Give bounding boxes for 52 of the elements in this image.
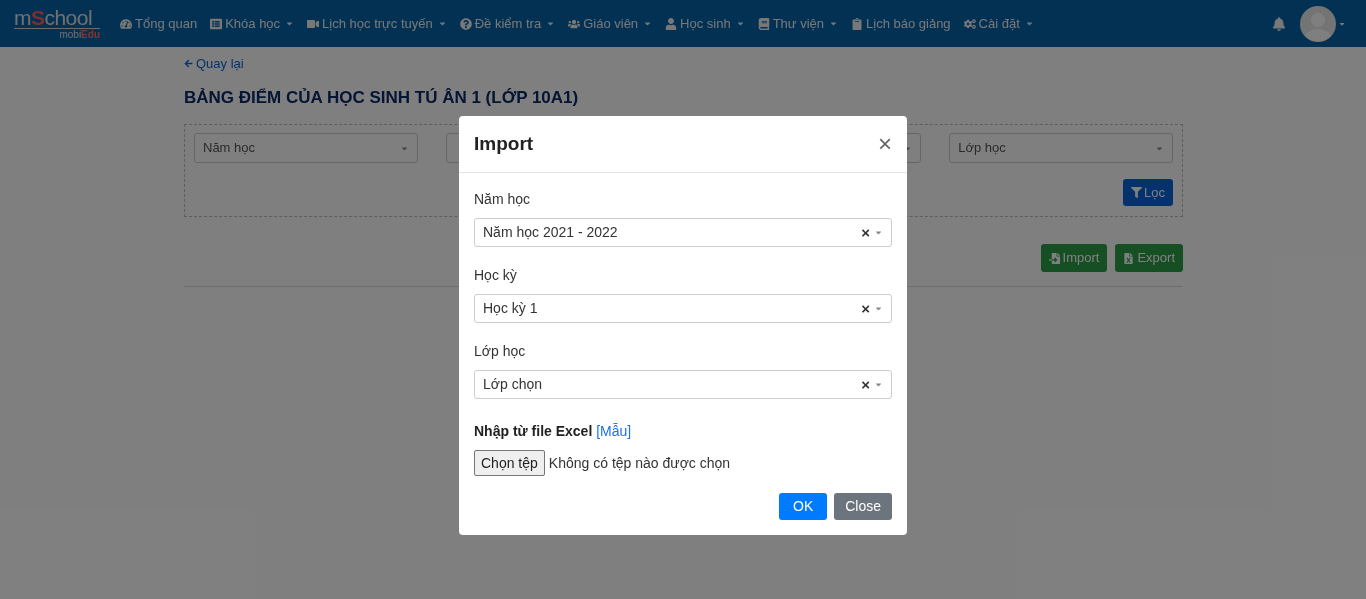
clipboard-icon	[851, 17, 863, 30]
logo[interactable]: mSchool mobiEdu	[14, 7, 100, 40]
clear-selection-icon: ×	[861, 225, 870, 240]
nav-menu-item[interactable]: Khóa học	[210, 13, 295, 34]
action-button[interactable]: Export	[1115, 244, 1183, 272]
dialog-button[interactable]: Close	[834, 493, 892, 520]
nav-menu-item[interactable]: Học sinh	[665, 13, 745, 34]
dialog-title: Import	[474, 131, 534, 156]
users-icon	[568, 17, 581, 30]
select-field[interactable]: Học kỳ 1 ×	[474, 294, 892, 323]
choose-file-button[interactable]: Chọn tệp	[474, 450, 545, 476]
list-icon	[210, 17, 223, 30]
select-field[interactable]: Năm học 2021 - 2022 ×	[474, 218, 892, 247]
nav-menu-item[interactable]: Giáo viên	[568, 13, 653, 34]
action-button[interactable]: Import	[1040, 244, 1108, 272]
close-button[interactable]: ×	[878, 132, 892, 156]
caret-icon	[874, 228, 883, 237]
avatar-menu[interactable]	[1300, 5, 1346, 42]
user-icon	[665, 17, 678, 30]
dashboard-icon	[120, 17, 132, 30]
filter-icon	[1131, 187, 1143, 198]
gears-icon	[963, 17, 976, 30]
question-icon	[459, 17, 472, 30]
book-icon	[757, 17, 770, 30]
filter-select[interactable]: Năm học	[194, 133, 418, 163]
nav-menu-item[interactable]: Lịch báo giảng	[851, 13, 951, 34]
caret-icon	[874, 304, 883, 313]
field-label: Lớp học	[474, 342, 527, 361]
nav-menu-item[interactable]: Lịch học trực tuyến	[307, 13, 447, 34]
excel-file-icon	[1123, 252, 1135, 264]
nav-menu-item[interactable]: Đề kiểm tra	[459, 13, 556, 34]
avatar-icon	[1300, 5, 1336, 42]
page-title: BẢNG ĐIỂM CỦA HỌC SINH TÚ ÂN 1 (LỚP 10A1)	[184, 86, 580, 109]
arrow-left-icon	[184, 59, 193, 69]
nav-menu-item[interactable]: Cài đặt	[963, 13, 1034, 34]
field-label: Học kỳ	[474, 266, 518, 285]
clear-selection-icon: ×	[861, 377, 870, 392]
file-import-label: Nhập từ file Excel [Mẫu]	[474, 422, 633, 441]
file-import-icon	[1048, 252, 1060, 264]
video-camera-icon	[307, 17, 320, 30]
caret-icon	[874, 380, 883, 389]
nav-menu-item[interactable]: Tổng quan	[120, 13, 198, 34]
clear-selection-icon: ×	[861, 301, 870, 316]
file-status-text: Không có tệp nào được chọn	[548, 453, 731, 473]
notification-bell-icon[interactable]	[1272, 16, 1286, 31]
field-label: Năm học	[474, 190, 532, 209]
filter-select[interactable]: Lớp học	[949, 133, 1173, 163]
filter-button[interactable]: Lọc	[1123, 179, 1173, 206]
back-link[interactable]: Quay lại	[184, 54, 244, 74]
dialog-button[interactable]: OK	[779, 493, 828, 520]
select-field[interactable]: Lớp chọn ×	[474, 370, 892, 399]
nav-menu-item[interactable]: Thư viện	[757, 13, 838, 34]
